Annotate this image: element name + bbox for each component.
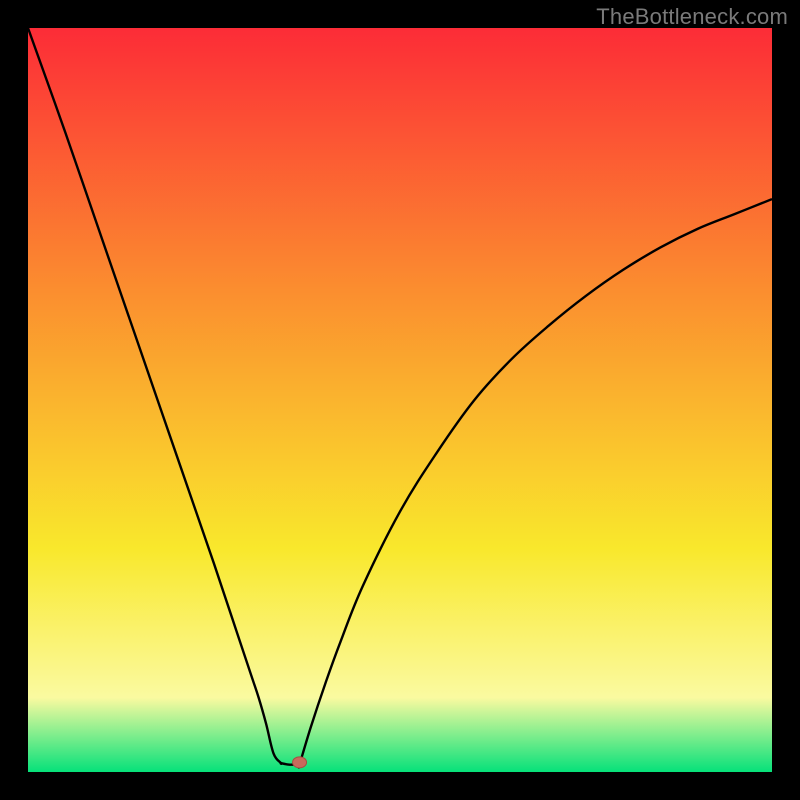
bottleneck-chart <box>28 28 772 772</box>
watermark-text: TheBottleneck.com <box>596 4 788 30</box>
chart-frame <box>28 28 772 772</box>
minimum-marker <box>293 757 307 768</box>
gradient-background <box>28 28 772 772</box>
